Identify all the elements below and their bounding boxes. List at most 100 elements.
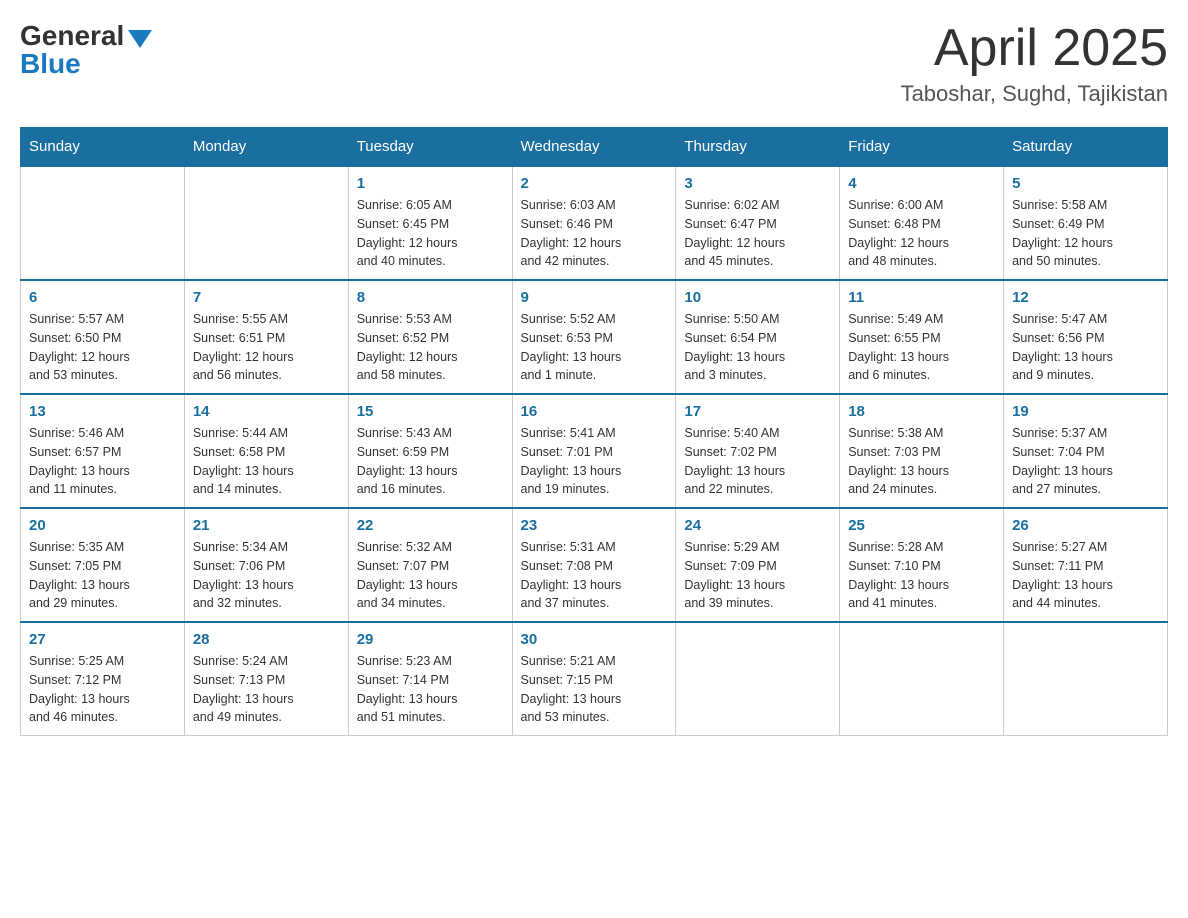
day-number: 12 bbox=[1012, 289, 1159, 306]
calendar-day-cell: 14 Sunrise: 5:44 AMSunset: 6:58 PMDayligh… bbox=[184, 394, 348, 508]
logo-blue-text: Blue bbox=[20, 48, 81, 80]
day-number: 2 bbox=[521, 175, 668, 192]
day-of-week-header: Monday bbox=[184, 128, 348, 167]
day-number: 10 bbox=[684, 289, 831, 306]
day-info: Sunrise: 5:35 AMSunset: 7:05 PMDaylight:… bbox=[29, 538, 176, 613]
day-number: 6 bbox=[29, 289, 176, 306]
logo: General Blue bbox=[20, 20, 152, 80]
calendar-day-cell: 30 Sunrise: 5:21 AMSunset: 7:15 PMDayligh… bbox=[512, 622, 676, 736]
calendar-day-cell: 24Sunrise: 5:29 AMSunset: 7:09 PMDayligh… bbox=[676, 508, 840, 622]
calendar-day-cell bbox=[21, 166, 185, 280]
calendar-day-cell: 7Sunrise: 5:55 AMSunset: 6:51 PMDaylight… bbox=[184, 280, 348, 394]
day-number: 25 bbox=[848, 517, 995, 534]
calendar-day-cell: 23 Sunrise: 5:31 AMSunset: 7:08 PMDayligh… bbox=[512, 508, 676, 622]
day-number: 22 bbox=[357, 517, 504, 534]
calendar-day-cell: 8Sunrise: 5:53 AMSunset: 6:52 PMDaylight… bbox=[348, 280, 512, 394]
day-number: 11 bbox=[848, 289, 995, 306]
calendar-day-cell: 2Sunrise: 6:03 AMSunset: 6:46 PMDaylight… bbox=[512, 166, 676, 280]
day-number: 15 bbox=[357, 403, 504, 420]
calendar-day-cell: 12 Sunrise: 5:47 AMSunset: 6:56 PMDayligh… bbox=[1004, 280, 1168, 394]
month-year-title: April 2025 bbox=[901, 20, 1168, 77]
day-number: 21 bbox=[193, 517, 340, 534]
calendar-day-cell: 18 Sunrise: 5:38 AMSunset: 7:03 PMDayligh… bbox=[840, 394, 1004, 508]
day-number: 5 bbox=[1012, 175, 1159, 192]
day-of-week-header: Saturday bbox=[1004, 128, 1168, 167]
calendar-header-row: SundayMondayTuesdayWednesdayThursdayFrid… bbox=[21, 128, 1168, 167]
calendar-day-cell: 17 Sunrise: 5:40 AMSunset: 7:02 PMDayligh… bbox=[676, 394, 840, 508]
day-number: 20 bbox=[29, 517, 176, 534]
day-info: Sunrise: 6:00 AMSunset: 6:48 PMDaylight:… bbox=[848, 196, 995, 271]
day-number: 16 bbox=[521, 403, 668, 420]
day-info: Sunrise: 5:37 AMSunset: 7:04 PMDaylight:… bbox=[1012, 424, 1159, 499]
day-of-week-header: Wednesday bbox=[512, 128, 676, 167]
calendar-day-cell: 21 Sunrise: 5:34 AMSunset: 7:06 PMDayligh… bbox=[184, 508, 348, 622]
day-info: Sunrise: 5:41 AMSunset: 7:01 PMDaylight:… bbox=[521, 424, 668, 499]
day-info: Sunrise: 5:57 AMSunset: 6:50 PMDaylight:… bbox=[29, 310, 176, 385]
day-of-week-header: Thursday bbox=[676, 128, 840, 167]
day-number: 18 bbox=[848, 403, 995, 420]
calendar-day-cell: 29Sunrise: 5:23 AMSunset: 7:14 PMDayligh… bbox=[348, 622, 512, 736]
calendar-week-row: 27 Sunrise: 5:25 AMSunset: 7:12 PMDayligh… bbox=[21, 622, 1168, 736]
day-info: Sunrise: 5:44 AMSunset: 6:58 PMDaylight:… bbox=[193, 424, 340, 499]
day-number: 29 bbox=[357, 631, 504, 648]
day-number: 17 bbox=[684, 403, 831, 420]
day-info: Sunrise: 5:29 AMSunset: 7:09 PMDaylight:… bbox=[684, 538, 831, 613]
calendar-day-cell: 9 Sunrise: 5:52 AMSunset: 6:53 PMDaylight… bbox=[512, 280, 676, 394]
title-area: April 2025 Taboshar, Sughd, Tajikistan bbox=[901, 20, 1168, 107]
calendar-day-cell: 15 Sunrise: 5:43 AMSunset: 6:59 PMDayligh… bbox=[348, 394, 512, 508]
day-number: 26 bbox=[1012, 517, 1159, 534]
calendar-day-cell: 25 Sunrise: 5:28 AMSunset: 7:10 PMDayligh… bbox=[840, 508, 1004, 622]
day-info: Sunrise: 5:24 AMSunset: 7:13 PMDaylight:… bbox=[193, 652, 340, 727]
calendar-day-cell: 4Sunrise: 6:00 AMSunset: 6:48 PMDaylight… bbox=[840, 166, 1004, 280]
day-number: 7 bbox=[193, 289, 340, 306]
day-info: Sunrise: 5:21 AMSunset: 7:15 PMDaylight:… bbox=[521, 652, 668, 727]
day-info: Sunrise: 5:27 AMSunset: 7:11 PMDaylight:… bbox=[1012, 538, 1159, 613]
day-info: Sunrise: 5:43 AMSunset: 6:59 PMDaylight:… bbox=[357, 424, 504, 499]
day-number: 23 bbox=[521, 517, 668, 534]
day-of-week-header: Friday bbox=[840, 128, 1004, 167]
day-info: Sunrise: 5:34 AMSunset: 7:06 PMDaylight:… bbox=[193, 538, 340, 613]
calendar-day-cell: 28Sunrise: 5:24 AMSunset: 7:13 PMDayligh… bbox=[184, 622, 348, 736]
location-subtitle: Taboshar, Sughd, Tajikistan bbox=[901, 81, 1168, 107]
calendar-day-cell: 6 Sunrise: 5:57 AMSunset: 6:50 PMDaylight… bbox=[21, 280, 185, 394]
day-number: 9 bbox=[521, 289, 668, 306]
calendar-day-cell: 10Sunrise: 5:50 AMSunset: 6:54 PMDayligh… bbox=[676, 280, 840, 394]
day-info: Sunrise: 5:25 AMSunset: 7:12 PMDaylight:… bbox=[29, 652, 176, 727]
day-number: 3 bbox=[684, 175, 831, 192]
day-info: Sunrise: 6:02 AMSunset: 6:47 PMDaylight:… bbox=[684, 196, 831, 271]
day-info: Sunrise: 5:38 AMSunset: 7:03 PMDaylight:… bbox=[848, 424, 995, 499]
day-info: Sunrise: 5:28 AMSunset: 7:10 PMDaylight:… bbox=[848, 538, 995, 613]
calendar-week-row: 1Sunrise: 6:05 AMSunset: 6:45 PMDaylight… bbox=[21, 166, 1168, 280]
day-of-week-header: Sunday bbox=[21, 128, 185, 167]
calendar-day-cell: 16 Sunrise: 5:41 AMSunset: 7:01 PMDayligh… bbox=[512, 394, 676, 508]
day-of-week-header: Tuesday bbox=[348, 128, 512, 167]
calendar-day-cell: 19 Sunrise: 5:37 AMSunset: 7:04 PMDayligh… bbox=[1004, 394, 1168, 508]
day-number: 30 bbox=[521, 631, 668, 648]
day-info: Sunrise: 5:46 AMSunset: 6:57 PMDaylight:… bbox=[29, 424, 176, 499]
calendar-table: SundayMondayTuesdayWednesdayThursdayFrid… bbox=[20, 127, 1168, 736]
day-info: Sunrise: 5:32 AMSunset: 7:07 PMDaylight:… bbox=[357, 538, 504, 613]
calendar-day-cell: 20 Sunrise: 5:35 AMSunset: 7:05 PMDayligh… bbox=[21, 508, 185, 622]
calendar-day-cell: 3 Sunrise: 6:02 AMSunset: 6:47 PMDaylight… bbox=[676, 166, 840, 280]
day-info: Sunrise: 5:40 AMSunset: 7:02 PMDaylight:… bbox=[684, 424, 831, 499]
calendar-day-cell: 26 Sunrise: 5:27 AMSunset: 7:11 PMDayligh… bbox=[1004, 508, 1168, 622]
day-info: Sunrise: 5:31 AMSunset: 7:08 PMDaylight:… bbox=[521, 538, 668, 613]
day-number: 19 bbox=[1012, 403, 1159, 420]
calendar-day-cell: 22 Sunrise: 5:32 AMSunset: 7:07 PMDayligh… bbox=[348, 508, 512, 622]
calendar-day-cell bbox=[1004, 622, 1168, 736]
day-info: Sunrise: 5:47 AMSunset: 6:56 PMDaylight:… bbox=[1012, 310, 1159, 385]
calendar-day-cell: 1Sunrise: 6:05 AMSunset: 6:45 PMDaylight… bbox=[348, 166, 512, 280]
logo-arrow-icon bbox=[128, 30, 152, 48]
calendar-week-row: 6 Sunrise: 5:57 AMSunset: 6:50 PMDaylight… bbox=[21, 280, 1168, 394]
calendar-day-cell: 13 Sunrise: 5:46 AMSunset: 6:57 PMDayligh… bbox=[21, 394, 185, 508]
day-info: Sunrise: 6:05 AMSunset: 6:45 PMDaylight:… bbox=[357, 196, 504, 271]
calendar-day-cell: 11 Sunrise: 5:49 AMSunset: 6:55 PMDayligh… bbox=[840, 280, 1004, 394]
day-info: Sunrise: 5:53 AMSunset: 6:52 PMDaylight:… bbox=[357, 310, 504, 385]
day-info: Sunrise: 5:58 AMSunset: 6:49 PMDaylight:… bbox=[1012, 196, 1159, 271]
day-info: Sunrise: 5:52 AMSunset: 6:53 PMDaylight:… bbox=[521, 310, 668, 385]
day-info: Sunrise: 5:49 AMSunset: 6:55 PMDaylight:… bbox=[848, 310, 995, 385]
day-number: 14 bbox=[193, 403, 340, 420]
day-number: 13 bbox=[29, 403, 176, 420]
day-number: 27 bbox=[29, 631, 176, 648]
calendar-day-cell: 5 Sunrise: 5:58 AMSunset: 6:49 PMDaylight… bbox=[1004, 166, 1168, 280]
